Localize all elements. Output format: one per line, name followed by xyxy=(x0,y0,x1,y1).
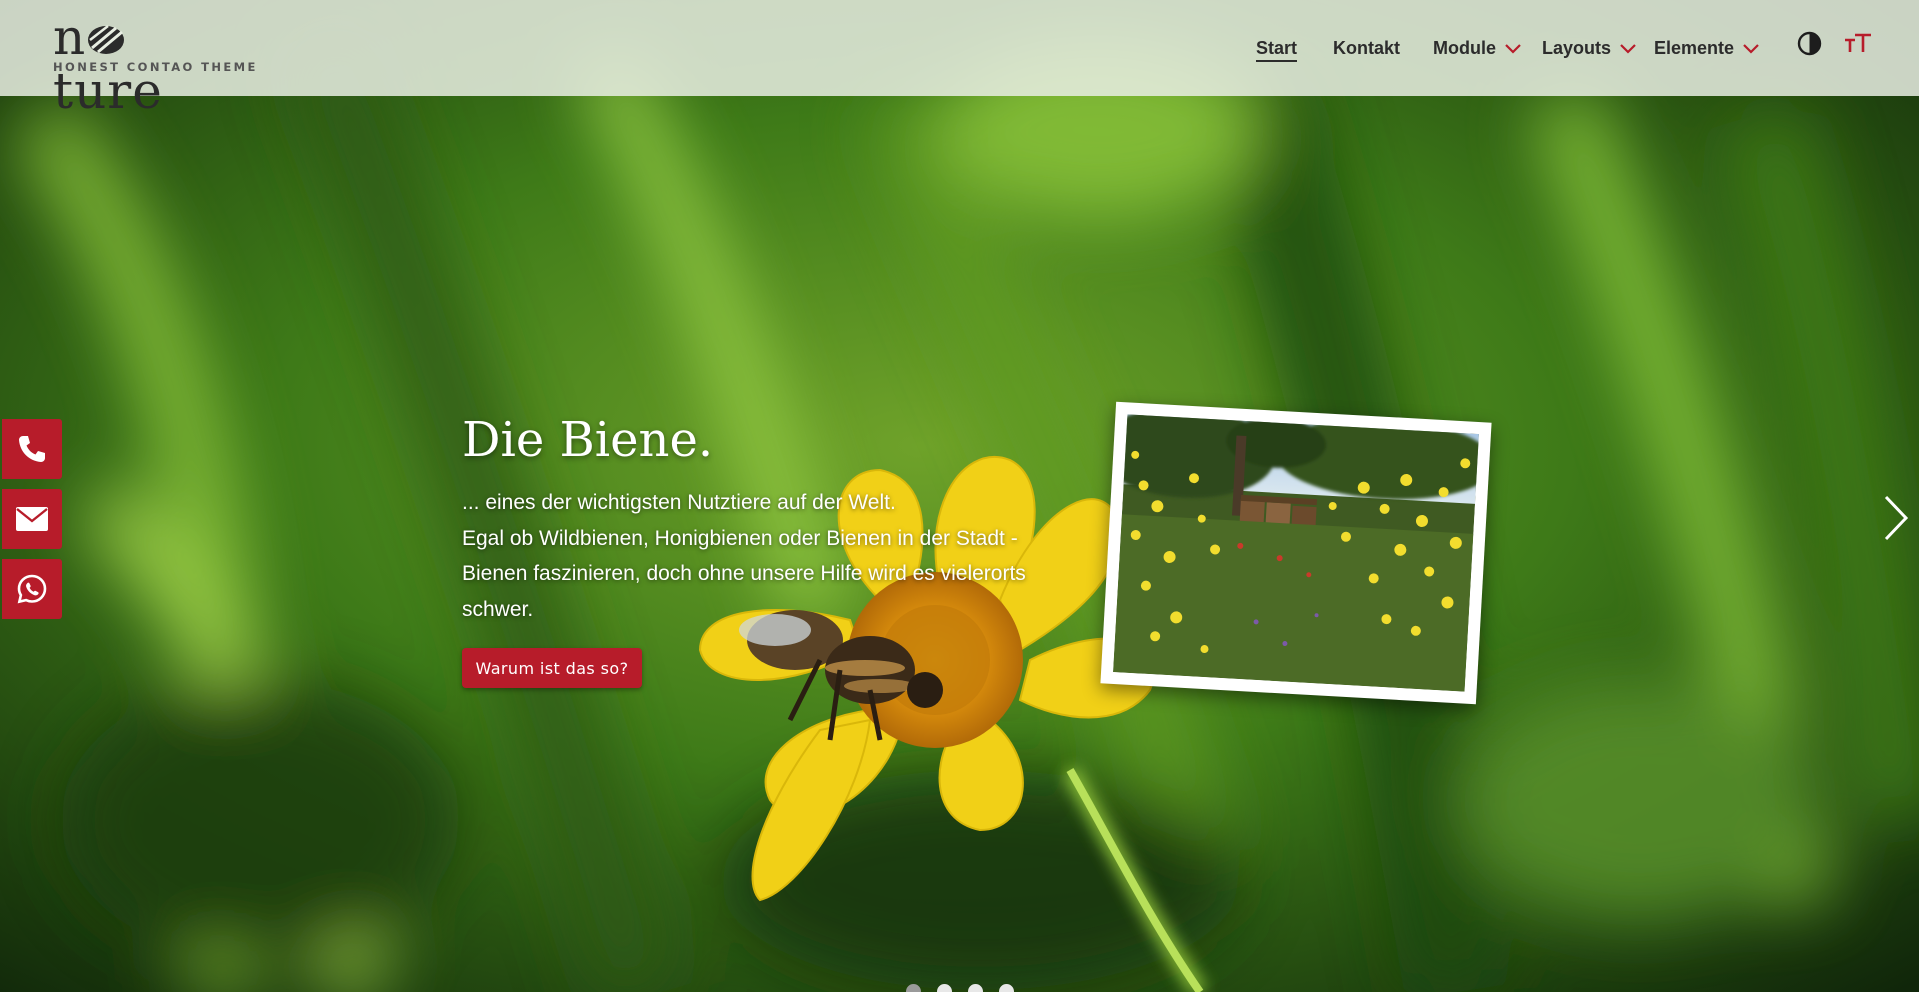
slide-text-line: ... eines der wichtigsten Nutztiere auf … xyxy=(462,491,896,514)
whatsapp-contact-button[interactable] xyxy=(2,559,62,619)
beehive-field-image xyxy=(1113,414,1479,692)
nav-item-elemente[interactable]: Elemente xyxy=(1654,36,1759,60)
slide-text-line: Bienen faszinieren, doch ohne unsere Hil… xyxy=(462,562,1026,585)
slide-description: ... eines der wichtigsten Nutztiere auf … xyxy=(462,485,1062,627)
mail-contact-button[interactable] xyxy=(2,489,62,549)
chevron-right-icon[interactable] xyxy=(1882,494,1910,542)
nav-item-label: Elemente xyxy=(1654,38,1735,58)
phone-contact-button[interactable] xyxy=(2,419,62,479)
site-header: n ture HONEST CONTAO THEME Start Kontakt xyxy=(0,0,1919,118)
slide-text-line: Egal ob Wildbienen, Honigbienen oder Bie… xyxy=(462,526,1018,550)
nav-item-layouts[interactable]: Layouts xyxy=(1542,36,1636,60)
nav-item-label: Layouts xyxy=(1542,38,1612,58)
slider-dot[interactable] xyxy=(906,984,921,992)
slider-dot[interactable] xyxy=(999,984,1014,992)
chevron-down-icon xyxy=(1743,44,1759,54)
chevron-down-icon xyxy=(1620,44,1636,54)
nav-item-module[interactable]: Module xyxy=(1433,36,1521,60)
chevron-down-icon xyxy=(1505,44,1521,54)
cta-button[interactable]: Warum ist das so? xyxy=(462,648,642,688)
slider-pagination xyxy=(906,984,1026,992)
polaroid-photo xyxy=(1100,401,1492,705)
nav-item-start[interactable]: Start xyxy=(1256,36,1298,62)
whatsapp-icon xyxy=(17,574,47,604)
logo-tagline: HONEST CONTAO THEME xyxy=(53,60,258,74)
slide-text-line: schwer. xyxy=(462,597,534,621)
nav-item-kontakt[interactable]: Kontakt xyxy=(1333,36,1400,60)
main-navigation: Start Kontakt Module Layouts Elemente xyxy=(0,36,1919,62)
slide-title: Die Biene. xyxy=(462,412,714,468)
slider-dot[interactable] xyxy=(968,984,983,992)
nav-item-label: Module xyxy=(1433,38,1496,58)
phone-icon xyxy=(19,436,45,462)
font-size-icon[interactable] xyxy=(1844,32,1872,56)
nav-item-label: Kontakt xyxy=(1333,38,1400,58)
nav-item-label: Start xyxy=(1256,38,1298,62)
contrast-toggle-icon[interactable] xyxy=(1797,31,1822,56)
page: n ture HONEST CONTAO THEME Start Kontakt xyxy=(0,0,1919,992)
slider-dot[interactable] xyxy=(937,984,952,992)
mail-icon xyxy=(16,507,48,531)
